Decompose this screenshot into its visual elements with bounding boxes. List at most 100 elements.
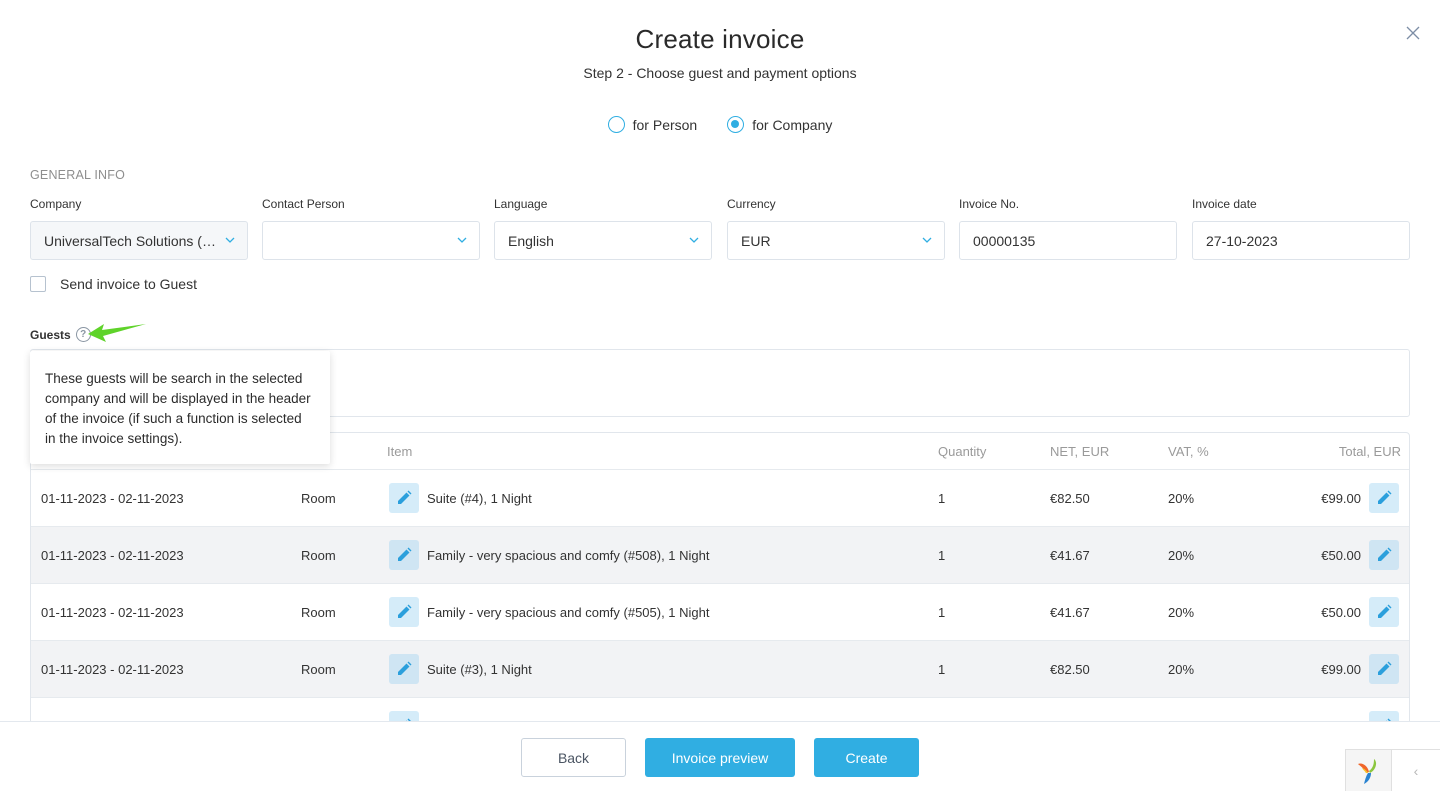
cell-type: Room [301,604,336,620]
radio-for-company[interactable]: for Company [727,116,832,133]
column-header-total: Total, EUR [1338,443,1401,459]
item-name: Family - very spacious and comfy (#505),… [427,604,710,620]
edit-item-button[interactable] [389,483,419,513]
page-title: Create invoice [635,24,805,54]
create-button[interactable]: Create [814,738,919,777]
cell-item: Suite (#3), 1 Night [389,654,532,684]
radio-button[interactable] [607,116,625,133]
chevron-down-icon [922,237,932,243]
language-select[interactable]: English [494,221,712,260]
column-header-item: Item [387,443,413,459]
cell-vat: 20% [1168,490,1195,506]
edit-item-button[interactable] [389,540,419,570]
field-label: Language [494,197,548,211]
edit-total-button[interactable] [1369,654,1399,684]
chevron-down-icon [457,237,467,243]
cell-quantity: 1 [938,604,946,620]
pencil-icon [398,490,412,504]
language-field: Language English [494,197,712,260]
pencil-icon [1378,661,1392,675]
footer-actions: Back Invoice preview Create [0,721,1440,791]
guests-help-tooltip: These guests will be search in the selec… [30,351,330,464]
input-value: 27-10-2023 [1206,232,1278,249]
cell-item: Suite (#4), 1 Night [389,483,532,513]
cell-net: €82.50 [1050,661,1090,677]
cell-item: Family - very spacious and comfy (#508),… [389,540,710,570]
cell-total: €99.00 [1321,490,1361,506]
cell-vat: 20% [1168,547,1195,563]
close-button[interactable] [1402,22,1424,44]
contact-person-field: Contact Person [262,197,480,260]
currency-field: Currency EUR [727,197,945,260]
send-invoice-to-guest[interactable]: Send invoice to Guest [30,276,197,292]
item-name: Suite (#4), 1 Night [427,490,532,506]
select-value: EUR [741,232,771,249]
item-name: Family - very spacious and comfy (#508),… [427,547,710,563]
company-select[interactable]: UniversalTech Solutions (B... [30,221,248,260]
invoice-items-table: Item Quantity NET, EUR VAT, % Total, EUR… [30,432,1410,732]
cell-vat: 20% [1168,661,1195,677]
edit-total-button[interactable] [1369,540,1399,570]
cell-item: Family - very spacious and comfy (#505),… [389,597,710,627]
invoice-preview-button[interactable]: Invoice preview [645,738,795,777]
cell-type: Room [301,547,336,563]
radio-label: for Person [632,116,698,133]
recipient-type-radio-group: for Person for Company [0,116,1440,133]
cell-net: €82.50 [1050,490,1090,506]
pencil-icon [1378,490,1392,504]
edit-total-button[interactable] [1369,597,1399,627]
field-label: Contact Person [262,197,345,211]
edit-item-button[interactable] [389,654,419,684]
input-value: 00000135 [973,232,1036,249]
guests-label: Guests ? [30,327,91,342]
cell-total: €50.00 [1321,604,1361,620]
checkbox-label: Send invoice to Guest [60,276,197,292]
invoice-no-field: Invoice No. 00000135 [959,197,1177,260]
cell-dates: 01-11-2023 - 02-11-2023 [41,661,184,677]
close-icon [1406,26,1420,40]
currency-select[interactable]: EUR [727,221,945,260]
send-invoice-checkbox[interactable] [30,276,46,292]
chevron-down-icon [689,237,699,243]
pencil-icon [398,661,412,675]
table-row: 01-11-2023 - 02-11-2023 Room Family - ve… [31,584,1409,641]
chevron-down-icon [225,237,235,243]
cell-net: €41.67 [1050,604,1090,620]
invoice-no-input[interactable]: 00000135 [959,221,1177,260]
item-name: Suite (#3), 1 Night [427,661,532,677]
framework-logo-icon[interactable] [1346,750,1392,791]
edit-item-button[interactable] [389,597,419,627]
field-label: Company [30,197,82,211]
chevron-left-icon[interactable]: ‹ [1392,750,1440,791]
cell-net: €41.67 [1050,547,1090,563]
contact-person-select[interactable] [262,221,480,260]
invoice-date-input[interactable]: 27-10-2023 [1192,221,1410,260]
pencil-icon [1378,604,1392,618]
radio-for-person[interactable]: for Person [607,116,698,133]
radio-label: for Company [752,116,833,133]
field-label: Currency [727,197,776,211]
cell-quantity: 1 [938,490,946,506]
pencil-icon [398,547,412,561]
guests-label-text: Guests [30,327,71,342]
select-value: English [508,232,554,249]
field-label: Invoice date [1192,197,1257,211]
pencil-icon [398,604,412,618]
column-header-vat: VAT, % [1168,443,1209,459]
edit-total-button[interactable] [1369,483,1399,513]
field-label: Invoice No. [959,197,1020,211]
radio-button[interactable] [727,116,745,133]
cell-vat: 20% [1168,604,1195,620]
cell-dates: 01-11-2023 - 02-11-2023 [41,547,184,563]
back-button[interactable]: Back [521,738,626,777]
cell-total: €99.00 [1321,661,1361,677]
section-title-general-info: GENERAL INFO [30,168,126,182]
column-header-quantity: Quantity [938,443,987,459]
select-value: UniversalTech Solutions (B... [44,232,219,249]
cell-type: Room [301,661,336,677]
cell-type: Room [301,490,336,506]
debug-toolbar: ‹ [1345,749,1440,791]
table-row: 01-11-2023 - 02-11-2023 Room Suite (#3),… [31,641,1409,698]
cell-dates: 01-11-2023 - 02-11-2023 [41,604,184,620]
company-field: Company UniversalTech Solutions (B... [30,197,248,260]
